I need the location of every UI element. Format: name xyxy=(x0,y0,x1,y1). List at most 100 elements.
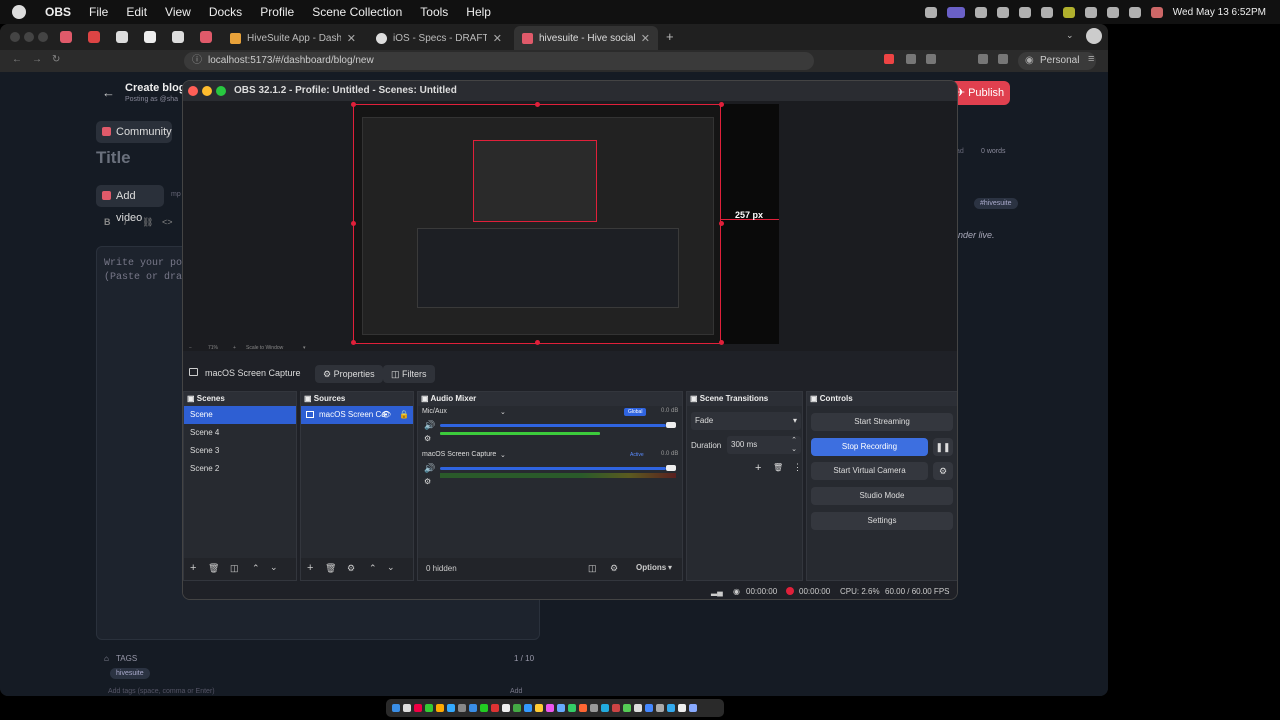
status-icon[interactable] xyxy=(1018,6,1031,18)
scene-item[interactable]: Scene 4 xyxy=(184,424,296,442)
dock-app-icon[interactable] xyxy=(524,704,532,712)
address-bar[interactable]: ⓘ localhost:5173/#/dashboard/blog/new xyxy=(184,52,814,70)
apple-icon[interactable] xyxy=(12,5,26,19)
gear-icon[interactable]: ⚙ xyxy=(347,563,355,574)
menu-profile[interactable]: Profile xyxy=(260,5,294,19)
speaker-icon[interactable]: 🔊 xyxy=(424,420,435,431)
menu-scene-collection[interactable]: Scene Collection xyxy=(312,5,402,19)
dock-app-icon[interactable] xyxy=(436,704,444,712)
scene-item[interactable]: Scene 3 xyxy=(184,442,296,460)
dock-app-icon[interactable] xyxy=(469,704,477,712)
back-arrow-icon[interactable]: ← xyxy=(102,85,115,100)
wifi-icon[interactable] xyxy=(1084,6,1097,18)
download-icon[interactable] xyxy=(978,54,988,64)
extension-icon[interactable] xyxy=(926,54,936,64)
zoom-out-icon[interactable]: − xyxy=(189,345,192,351)
dock-app-icon[interactable] xyxy=(601,704,609,712)
new-tab-icon[interactable]: + xyxy=(666,29,674,44)
dock-app-icon[interactable] xyxy=(403,704,411,712)
trash-icon[interactable]: 🗑 xyxy=(208,563,219,574)
scene-item[interactable]: Scene 2 xyxy=(184,460,296,478)
dock-app-icon[interactable] xyxy=(546,704,554,712)
minimize-window-icon[interactable] xyxy=(202,86,212,96)
menu-icon[interactable]: ≡ xyxy=(1088,53,1094,65)
site-info-icon[interactable]: ⓘ xyxy=(192,52,202,70)
mixer-settings-icon[interactable]: ⚙ xyxy=(610,563,618,574)
volume-slider[interactable] xyxy=(440,467,666,470)
close-window-icon[interactable] xyxy=(188,86,198,96)
start-streaming-button[interactable]: Start Streaming xyxy=(811,413,953,431)
dock-app-icon[interactable] xyxy=(557,704,565,712)
status-icon[interactable] xyxy=(974,6,987,18)
resize-handle[interactable] xyxy=(719,102,724,107)
pinned-tab-icon[interactable] xyxy=(144,31,156,43)
bold-icon[interactable]: B xyxy=(104,217,111,227)
trash-icon[interactable]: 🗑 xyxy=(773,463,783,472)
resize-handle[interactable] xyxy=(351,221,356,226)
chevron-down-icon[interactable]: ▾ xyxy=(668,563,672,572)
dock-app-icon[interactable] xyxy=(667,704,675,712)
dock-app-icon[interactable] xyxy=(458,704,466,712)
reload-icon[interactable]: ↻ xyxy=(52,54,60,65)
volume-slider[interactable] xyxy=(440,424,666,427)
pinned-tab-icon[interactable] xyxy=(172,31,184,43)
dock-app-icon[interactable] xyxy=(502,704,510,712)
layout-icon[interactable]: ◫ xyxy=(588,563,597,574)
user-icon[interactable] xyxy=(1150,6,1163,18)
filter-icon[interactable]: ◫ xyxy=(230,563,239,574)
volume-slider-handle[interactable] xyxy=(666,422,676,428)
dock-app-icon[interactable] xyxy=(568,704,576,712)
dock-app-icon[interactable] xyxy=(623,704,631,712)
add-tag-button[interactable]: Add xyxy=(510,688,522,695)
add-icon[interactable]: + xyxy=(307,562,313,574)
dock-app-icon[interactable] xyxy=(513,704,521,712)
stop-recording-button[interactable]: Stop Recording xyxy=(811,438,928,456)
menu-edit[interactable]: Edit xyxy=(126,5,147,19)
status-icon[interactable] xyxy=(924,6,937,18)
pinned-tab-icon[interactable] xyxy=(60,31,72,43)
move-down-icon[interactable]: ⌄ xyxy=(270,562,278,573)
profile-avatar[interactable] xyxy=(1086,28,1102,44)
more-icon[interactable]: ⋮ xyxy=(793,462,802,473)
add-icon[interactable]: + xyxy=(755,462,761,474)
tab-hivesuite-inbox[interactable]: hivesuite - Hive social inbox & ✕ xyxy=(514,26,658,50)
menu-view[interactable]: View xyxy=(165,5,191,19)
tab-hivesuite-dashboard[interactable]: HiveSuite App - Dashboard - H ✕ xyxy=(222,26,364,50)
eye-icon[interactable]: 👁 xyxy=(381,406,391,424)
bluetooth-icon[interactable] xyxy=(1040,6,1053,18)
properties-button[interactable]: ⚙ Properties xyxy=(315,365,383,383)
dock-app-icon[interactable] xyxy=(425,704,433,712)
code-icon[interactable]: <> xyxy=(162,217,173,227)
dock-app-icon[interactable] xyxy=(480,704,488,712)
menu-docks[interactable]: Docks xyxy=(209,5,242,19)
extension-icon[interactable] xyxy=(884,54,894,64)
title-input[interactable]: Title xyxy=(96,148,131,168)
preview-panel[interactable]: 257 px xyxy=(183,101,957,351)
studio-mode-button[interactable]: Studio Mode xyxy=(811,487,953,505)
close-tab-icon[interactable]: ✕ xyxy=(641,32,650,45)
search-icon[interactable] xyxy=(1106,6,1119,18)
gmail-tab-icon[interactable] xyxy=(88,31,100,43)
battery-icon[interactable] xyxy=(1062,6,1075,18)
source-item[interactable]: macOS Screen Ca 👁 🔒 xyxy=(301,406,413,424)
menu-app-name[interactable]: OBS xyxy=(45,5,71,19)
move-down-icon[interactable]: ⌄ xyxy=(387,562,395,573)
dock-app-icon[interactable] xyxy=(491,704,499,712)
dock-app-icon[interactable] xyxy=(645,704,653,712)
resize-handle[interactable] xyxy=(535,102,540,107)
extension-icon[interactable] xyxy=(998,54,1008,64)
virtual-camera-settings-button[interactable]: ⚙ xyxy=(933,462,953,480)
control-center-icon[interactable] xyxy=(1128,6,1141,18)
close-window-icon[interactable] xyxy=(10,32,20,42)
add-video-button[interactable]: Add video xyxy=(96,185,164,224)
dock-app-icon[interactable] xyxy=(392,704,400,712)
menu-help[interactable]: Help xyxy=(466,5,491,19)
dock-app-icon[interactable] xyxy=(612,704,620,712)
volume-slider-handle[interactable] xyxy=(666,465,676,471)
duration-stepper[interactable]: 300 ms ⌃ ⌄ xyxy=(727,436,801,454)
start-virtual-camera-button[interactable]: Start Virtual Camera xyxy=(811,462,928,480)
mixer-settings-icon[interactable]: ⚙ xyxy=(424,434,431,443)
italic-icon[interactable]: I xyxy=(124,217,127,227)
speaker-icon[interactable]: 🔊 xyxy=(424,463,435,474)
close-tab-icon[interactable]: ✕ xyxy=(347,32,356,45)
